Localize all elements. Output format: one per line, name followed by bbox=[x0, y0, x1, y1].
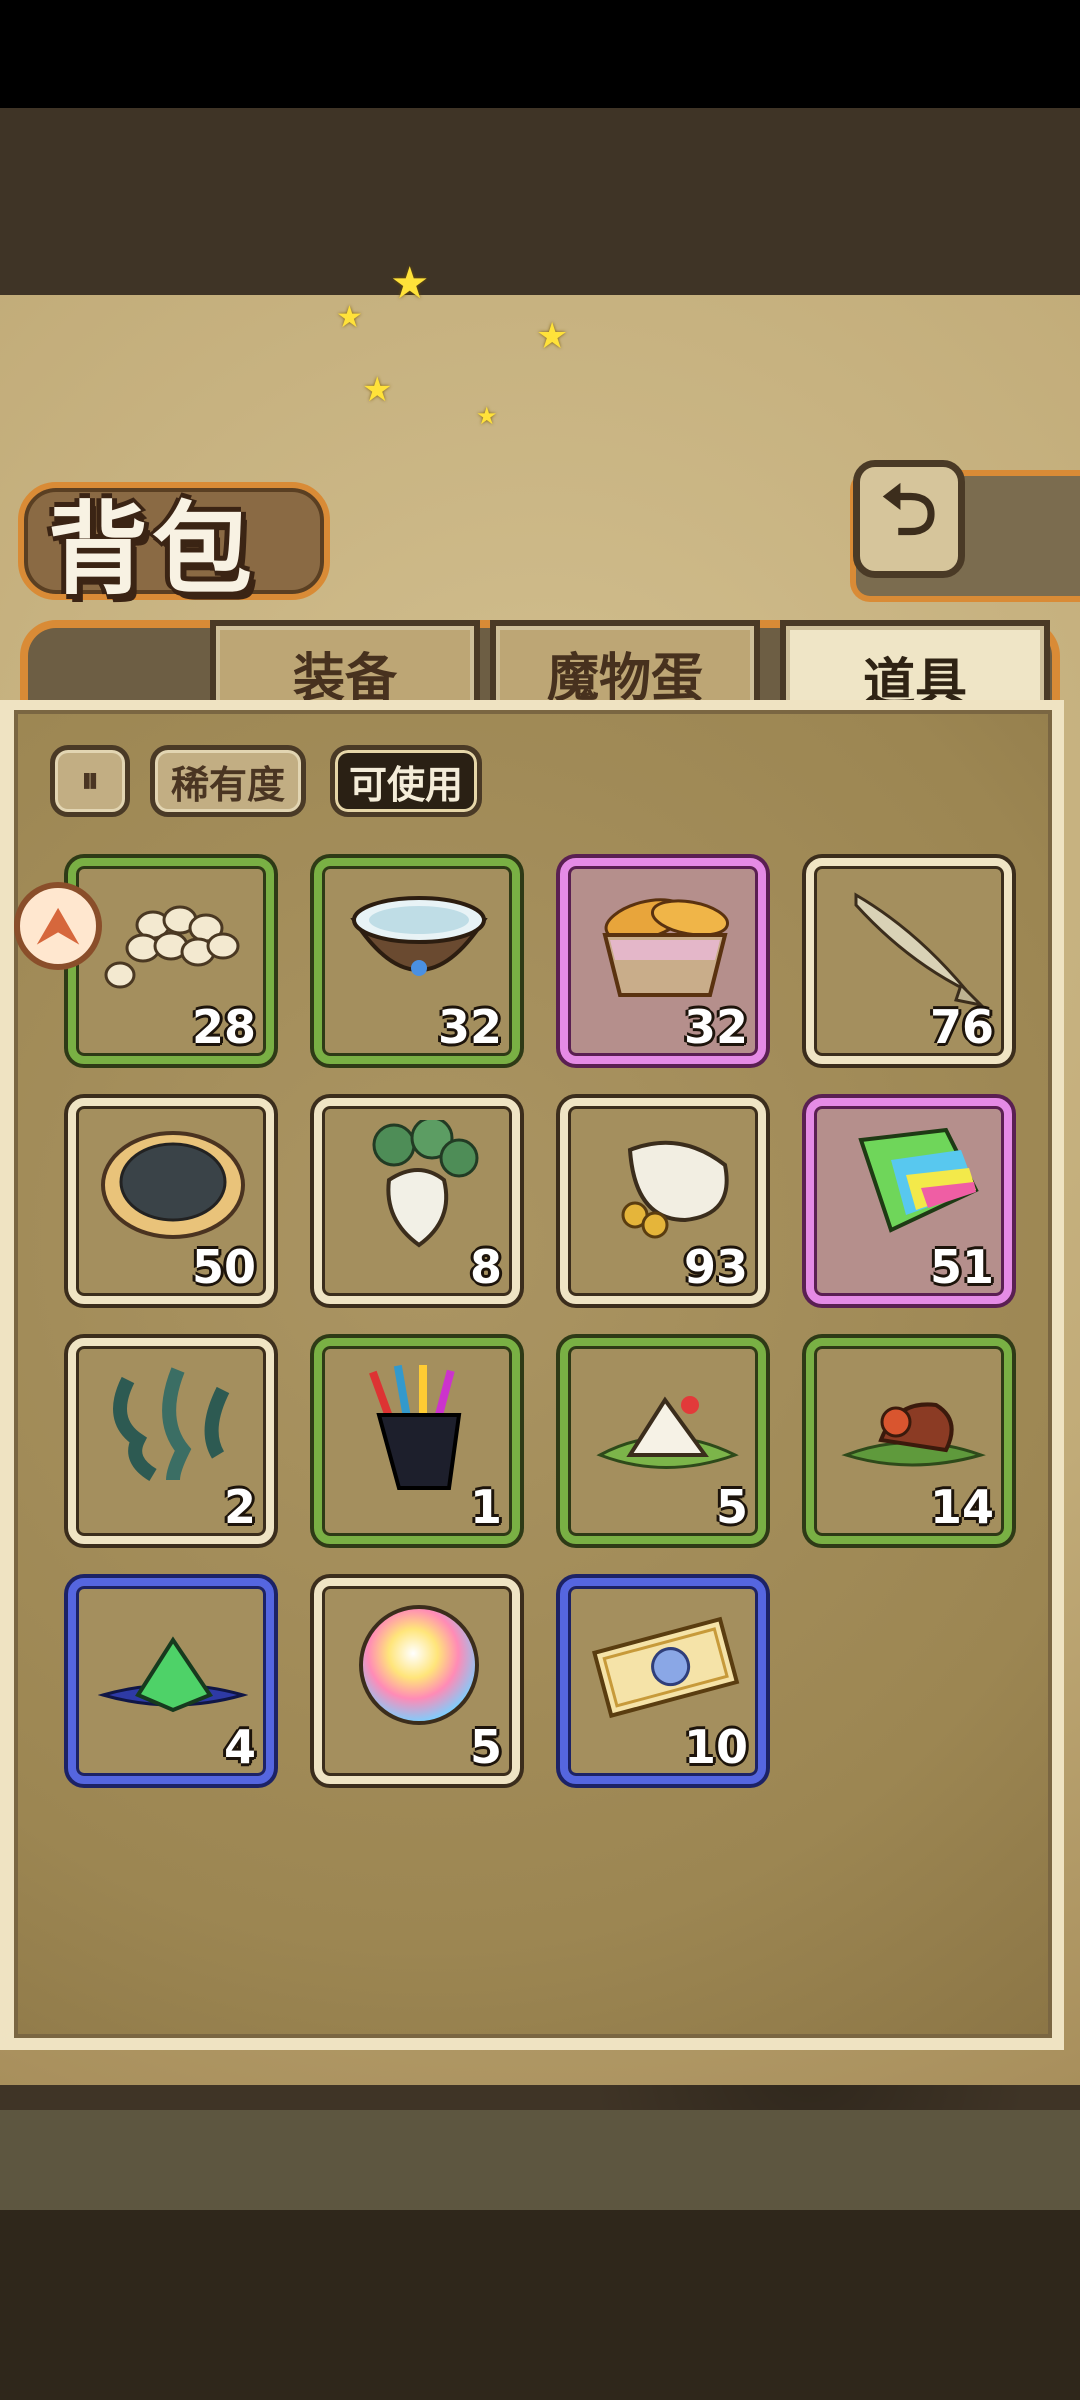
item-count: 10 bbox=[683, 1720, 748, 1774]
return-icon: ⮌ bbox=[880, 468, 938, 551]
item-slot[interactable]: 32 bbox=[314, 858, 520, 1064]
coin-sack-icon bbox=[621, 1140, 729, 1239]
rainbow-orb-icon bbox=[359, 1605, 479, 1725]
upgrade-arrow-icon[interactable]: ⮝ bbox=[14, 882, 102, 970]
lower-band bbox=[0, 2110, 1080, 2210]
turnip-icon bbox=[372, 1120, 479, 1248]
rainbow-cake-icon bbox=[858, 1127, 979, 1233]
item-slot[interactable]: 5 bbox=[314, 1578, 520, 1784]
item-count: 28 bbox=[191, 1000, 256, 1054]
item-slot[interactable]: 4 bbox=[68, 1578, 274, 1784]
page-title: 背包 bbox=[48, 491, 256, 608]
bean-pile-icon bbox=[104, 905, 240, 989]
item-slot[interactable]: 50 bbox=[68, 1098, 274, 1304]
item-count: 50 bbox=[191, 1240, 256, 1294]
bottom-map-area bbox=[0, 2210, 1080, 2400]
sort-order-button[interactable]: ⏸ bbox=[50, 745, 130, 817]
item-count: 8 bbox=[469, 1240, 502, 1294]
rice-ball-icon bbox=[596, 1396, 739, 1469]
item-count: 2 bbox=[223, 1480, 256, 1534]
item-slot[interactable]: 10 bbox=[560, 1578, 766, 1784]
status-bar bbox=[0, 0, 1080, 108]
fish-icon bbox=[854, 892, 986, 1008]
item-count: 5 bbox=[715, 1480, 748, 1534]
pie-icon bbox=[101, 1131, 245, 1239]
star-decoration: ★ bbox=[362, 370, 393, 410]
water-bowl-icon bbox=[350, 896, 488, 976]
item-slot[interactable]: 93 bbox=[560, 1098, 766, 1304]
item-count: 93 bbox=[683, 1240, 748, 1294]
item-slot[interactable]: 32 bbox=[560, 858, 766, 1064]
bread-basket-icon bbox=[602, 898, 730, 997]
item-slot[interactable]: 2 bbox=[68, 1338, 274, 1544]
item-count: 76 bbox=[929, 1000, 994, 1054]
item-count: 32 bbox=[683, 1000, 748, 1054]
item-count: 4 bbox=[223, 1720, 256, 1774]
sort-order-icon: ⏸ bbox=[81, 760, 99, 801]
pen-cup-icon bbox=[369, 1364, 462, 1490]
star-decoration: ★ bbox=[390, 258, 430, 309]
item-slot[interactable]: 8 bbox=[314, 1098, 520, 1304]
item-slot[interactable]: 1 bbox=[314, 1338, 520, 1544]
star-decoration: ★ bbox=[476, 402, 498, 430]
item-slot[interactable]: 14 bbox=[806, 1338, 1012, 1544]
star-decoration: ★ bbox=[336, 300, 363, 335]
item-slot[interactable]: 51 bbox=[806, 1098, 1012, 1304]
item-slot[interactable]: 76 bbox=[806, 858, 1012, 1064]
seaweed-icon bbox=[113, 1367, 230, 1482]
item-count: 14 bbox=[929, 1480, 994, 1534]
rarity-filter-button[interactable]: 稀有度 bbox=[150, 745, 306, 817]
back-button[interactable]: ⮌ bbox=[853, 460, 965, 578]
star-decoration: ★ bbox=[536, 316, 569, 357]
item-slot[interactable]: 28 bbox=[68, 858, 274, 1064]
item-count: 51 bbox=[929, 1240, 994, 1294]
item-count: 5 bbox=[469, 1720, 502, 1774]
meat-leaf-icon bbox=[841, 1402, 986, 1467]
item-count: 1 bbox=[469, 1480, 502, 1534]
usable-filter-button[interactable]: 可使用 bbox=[330, 745, 482, 817]
ticket-icon bbox=[592, 1616, 740, 1719]
item-slot[interactable]: 5 bbox=[560, 1338, 766, 1544]
item-count: 32 bbox=[437, 1000, 502, 1054]
green-crystal-icon bbox=[98, 1636, 248, 1713]
